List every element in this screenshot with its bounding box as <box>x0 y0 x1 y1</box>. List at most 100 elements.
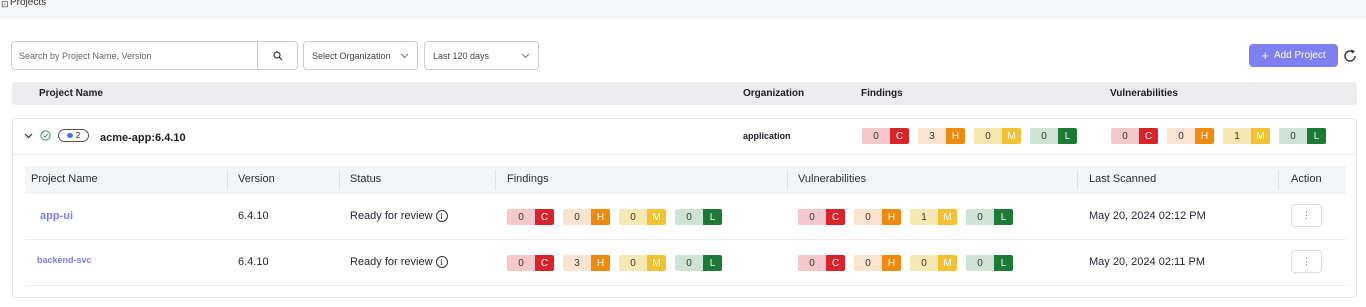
last-scanned-cell: May 20, 2024 02:11 PM <box>1089 256 1205 268</box>
row-action-menu-button[interactable]: ⋮ <box>1291 204 1322 227</box>
medium-count: 0 <box>974 128 1002 144</box>
medium-letter: M <box>938 209 957 225</box>
high-badge: 3H <box>563 255 610 271</box>
projects-table-header: Project Name Organization Findings Vulne… <box>12 82 1357 105</box>
high-letter: H <box>591 255 610 271</box>
medium-letter: M <box>1251 128 1270 144</box>
sub-col-action: Action <box>1291 173 1322 185</box>
critical-letter: C <box>826 209 845 225</box>
high-count: 3 <box>563 255 591 271</box>
table-row: backend-svc 6.4.10 Ready for review i 0C3… <box>25 240 1346 286</box>
medium-badge: 1M <box>1223 128 1270 144</box>
high-letter: H <box>946 128 965 144</box>
critical-count: 0 <box>798 209 826 225</box>
col-organization: Organization <box>743 88 805 99</box>
medium-count: 0 <box>910 255 938 271</box>
last-scanned-cell: May 20, 2024 02:12 PM <box>1089 210 1206 222</box>
high-count: 0 <box>854 255 882 271</box>
low-letter: L <box>1307 128 1326 144</box>
col-vulnerabilities: Vulnerabilities <box>1110 88 1178 99</box>
search-box <box>11 41 298 70</box>
col-project-name: Project Name <box>39 88 103 99</box>
info-icon[interactable]: i <box>435 210 448 223</box>
high-badge: 0H <box>854 255 901 271</box>
critical-badge: 0C <box>798 255 845 271</box>
group-findings-badges: 0C3H0M0L <box>862 128 1077 144</box>
add-project-button[interactable]: + Add Project <box>1249 44 1338 67</box>
medium-count: 1 <box>910 209 938 225</box>
column-divider <box>1278 170 1279 190</box>
version-count-badge: 2 <box>58 129 89 142</box>
high-count: 0 <box>1167 128 1195 144</box>
table-row: app-ui 6.4.10 Ready for review i 0C0H0M0L… <box>25 194 1346 240</box>
critical-letter: C <box>1139 128 1158 144</box>
column-divider <box>495 170 496 190</box>
organization-select-value: Select Organization <box>312 50 391 61</box>
critical-count: 0 <box>1111 128 1139 144</box>
check-circle-icon <box>40 130 51 141</box>
column-divider <box>1077 170 1078 190</box>
row-vulnerabilities-badges: 0C0H0M0L <box>798 255 1013 271</box>
low-count: 0 <box>1279 128 1307 144</box>
critical-letter: C <box>535 255 554 271</box>
organization-select[interactable]: Select Organization <box>303 41 418 70</box>
low-badge: 0L <box>1030 128 1077 144</box>
low-count: 0 <box>966 209 994 225</box>
kebab-icon: ⋮ <box>1302 256 1311 266</box>
critical-badge: 0C <box>1111 128 1158 144</box>
medium-badge: 0M <box>910 255 957 271</box>
medium-badge: 0M <box>974 128 1021 144</box>
project-link[interactable]: app-ui <box>40 210 73 222</box>
critical-badge: 0C <box>862 128 909 144</box>
low-count: 0 <box>675 209 703 225</box>
high-count: 0 <box>854 209 882 225</box>
critical-badge: 0C <box>507 255 554 271</box>
medium-count: 0 <box>619 209 647 225</box>
high-count: 0 <box>563 209 591 225</box>
low-letter: L <box>703 255 722 271</box>
status-cell: Ready for review i <box>350 256 448 269</box>
project-group-row[interactable]: 2 acme-app:6.4.10 application 0C3H0M0L 0… <box>13 119 1356 155</box>
kebab-icon: ⋮ <box>1302 210 1311 220</box>
critical-count: 0 <box>507 209 535 225</box>
sub-col-version: Version <box>238 173 275 185</box>
info-icon[interactable]: i <box>435 256 448 269</box>
projects-icon: ⊡ <box>1 0 9 9</box>
search-input[interactable] <box>12 42 257 69</box>
medium-badge: 0M <box>619 255 666 271</box>
project-link[interactable]: backend-svc <box>37 255 92 265</box>
version-cell: 6.4.10 <box>238 256 269 268</box>
medium-count: 1 <box>1223 128 1251 144</box>
column-divider <box>339 170 340 190</box>
project-group-name: acme-app:6.4.10 <box>100 132 186 144</box>
critical-count: 0 <box>507 255 535 271</box>
sub-col-status: Status <box>350 173 382 185</box>
high-letter: H <box>1195 128 1214 144</box>
high-letter: H <box>882 209 901 225</box>
version-count: 2 <box>75 131 81 140</box>
chevron-down-icon <box>400 53 409 59</box>
search-icon <box>272 50 282 60</box>
low-count: 0 <box>966 255 994 271</box>
high-badge: 0H <box>563 209 610 225</box>
sub-col-vulnerabilities: Vulnerabilities <box>798 173 867 185</box>
low-letter: L <box>994 255 1013 271</box>
high-letter: H <box>591 209 610 225</box>
medium-badge: 0M <box>619 209 666 225</box>
refresh-icon[interactable] <box>1342 48 1358 64</box>
date-range-select[interactable]: Last 120 days <box>424 41 539 70</box>
low-letter: L <box>1058 128 1077 144</box>
row-action-menu-button[interactable]: ⋮ <box>1291 250 1322 273</box>
high-count: 3 <box>918 128 946 144</box>
collapse-chevron-icon[interactable] <box>24 131 33 140</box>
low-badge: 0L <box>675 209 722 225</box>
critical-letter: C <box>890 128 909 144</box>
sub-col-project-name: Project Name <box>31 173 98 185</box>
medium-letter: M <box>1002 128 1021 144</box>
search-button[interactable] <box>257 42 297 69</box>
subtable-header: Project Name Version Status Findings Vul… <box>25 166 1346 194</box>
chevron-down-icon <box>521 53 530 59</box>
medium-badge: 1M <box>910 209 957 225</box>
medium-letter: M <box>647 209 666 225</box>
high-badge: 3H <box>918 128 965 144</box>
